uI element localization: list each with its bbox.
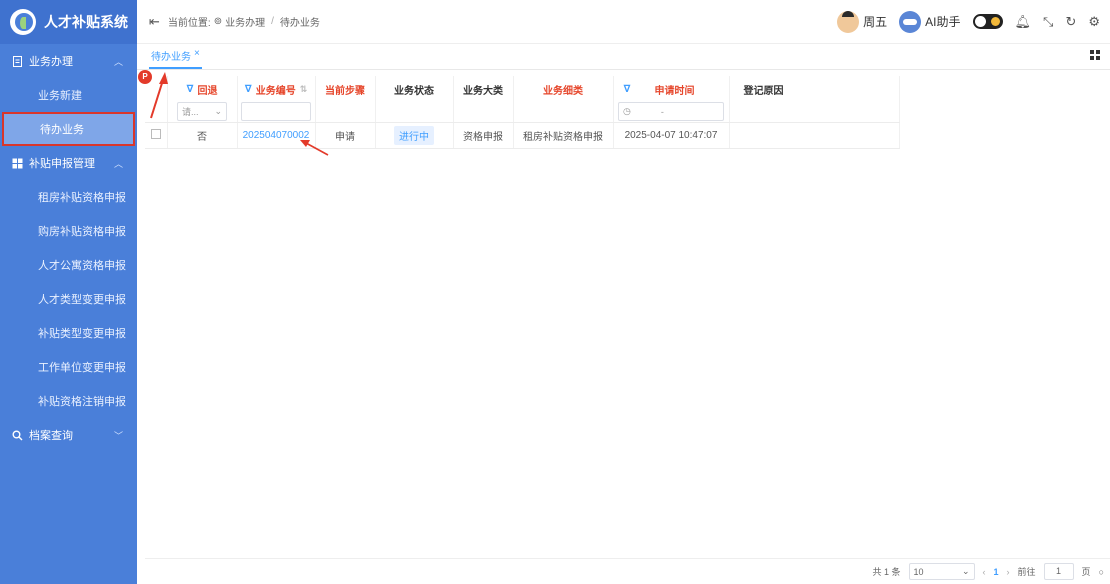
tab-label: 待办业务	[151, 52, 191, 63]
menu-group-archive[interactable]: 档案查询 ﹀	[0, 418, 137, 452]
prev-page-button[interactable]: ‹	[983, 567, 986, 577]
tab-pending-business[interactable]: 待办业务 ×	[149, 48, 202, 69]
refresh-icon[interactable]: ○	[1099, 567, 1104, 577]
filter-icon[interactable]: ∇	[187, 84, 194, 95]
menu-group-label: 业务办理	[29, 56, 73, 68]
column-header-time: ∇ 申请时间 ◷ -	[613, 76, 730, 123]
goto-label: 前往	[1017, 567, 1036, 577]
sidebar-item-talent-type-change[interactable]: 人才类型变更申报	[0, 282, 137, 316]
breadcrumb-item: 待办业务	[279, 18, 320, 29]
pending-business-table: ∇ 回退 请... ⌄ ∇ 业务编号 ⇅ 当前步骤 业务状态 业务大类 业务细类…	[145, 76, 920, 149]
robot-icon	[899, 10, 922, 33]
filter-icon[interactable]: ∇	[245, 84, 252, 95]
sidebar-item-pending-business[interactable]: 待办业务	[2, 112, 135, 146]
rollback-filter-select[interactable]: 请... ⌄	[177, 102, 227, 121]
search-icon	[12, 430, 23, 440]
gear-icon[interactable]: ⚙	[1088, 14, 1100, 30]
column-header-rollback: ∇ 回退 请... ⌄	[167, 76, 238, 123]
table-row[interactable]: 否 202504070002 申请 进行中 资格申报 租房补贴资格申报 2025…	[145, 122, 900, 149]
column-header-category: 业务大类	[453, 76, 514, 123]
column-header-reason: 登记原因	[729, 76, 900, 123]
bell-icon[interactable]: 🔔︎	[1015, 14, 1032, 30]
page-suffix: 页	[1081, 567, 1091, 577]
menu-group-label: 档案查询	[29, 430, 73, 442]
logo-icon	[10, 9, 36, 35]
cell-time: 2025-04-07 10:47:07	[613, 122, 730, 149]
pagination: 共 1 条 10 ⌄ ‹ 1 › 前往 1 页 ○	[145, 558, 1110, 584]
sidebar-item-subsidy-cancel[interactable]: 补贴资格注销申报	[0, 384, 137, 418]
column-header-status: 业务状态	[375, 76, 454, 123]
chevron-up-icon: ︿	[113, 158, 123, 169]
menu-group-business[interactable]: 业务办理 ︿	[0, 44, 137, 78]
sidebar-item-employer-change[interactable]: 工作单位变更申报	[0, 350, 137, 384]
user-name: 周五	[863, 15, 888, 29]
cell-reason	[729, 122, 900, 149]
chevron-up-icon: ︿	[113, 56, 123, 67]
cell-rollback: 否	[167, 122, 238, 149]
menu-fold-icon[interactable]: ⇤	[149, 14, 160, 30]
sidebar-item-new-business[interactable]: 业务新建	[0, 78, 137, 112]
ai-assistant-label: AI助手	[925, 15, 961, 29]
number-filter-input[interactable]	[241, 102, 311, 121]
filter-icon[interactable]: ∇	[624, 84, 631, 95]
column-header-number: ∇ 业务编号 ⇅	[237, 76, 316, 123]
time-range-input[interactable]: ◷ -	[618, 102, 724, 121]
sidebar: 人才补贴系统 业务办理 ︿ 业务新建 待办业务 补贴申报管理 ︿ 租房补贴资格申…	[0, 0, 137, 584]
next-page-button[interactable]: ›	[1007, 567, 1010, 577]
sidebar-item-rent-subsidy[interactable]: 租房补贴资格申报	[0, 180, 137, 214]
select-column-header	[145, 76, 168, 123]
cell-status: 进行中	[375, 122, 454, 149]
chevron-down-icon: ﹀	[113, 430, 123, 441]
app-title: 人才补贴系统	[44, 14, 128, 30]
menu-group-label: 补贴申报管理	[29, 158, 95, 170]
row-select-cell	[145, 122, 168, 149]
chevron-down-icon: ⌄	[214, 106, 222, 116]
sidebar-item-purchase-subsidy[interactable]: 购房补贴资格申报	[0, 214, 137, 248]
user-menu[interactable]: 周五	[837, 10, 888, 33]
cell-number: 202504070002	[237, 122, 316, 149]
chevron-down-icon: ⌄	[961, 566, 970, 576]
sort-icon[interactable]: ⇅	[300, 84, 308, 95]
cell-subcategory: 租房补贴资格申报	[513, 122, 614, 149]
refresh-icon[interactable]: ↻	[1065, 14, 1076, 30]
goto-page-input[interactable]: 1	[1043, 563, 1074, 580]
breadcrumb-separator: /	[271, 16, 274, 27]
ai-assistant-button[interactable]: AI助手	[899, 10, 961, 33]
breadcrumb-item[interactable]: 业务办理	[225, 14, 265, 29]
table-header-row: ∇ 回退 请... ⌄ ∇ 业务编号 ⇅ 当前步骤 业务状态 业务大类 业务细类…	[145, 76, 900, 123]
cell-step: 申请	[315, 122, 376, 149]
page-size-select[interactable]: 10 ⌄	[908, 563, 975, 580]
document-icon	[13, 55, 22, 67]
close-icon[interactable]: ×	[194, 48, 200, 63]
status-badge: 进行中	[394, 125, 434, 145]
avatar	[837, 10, 860, 33]
sidebar-item-subsidy-type-change[interactable]: 补贴类型变更申报	[0, 316, 137, 350]
location-icon: ⊚	[213, 16, 223, 27]
breadcrumb-prefix: 当前位置:	[167, 18, 211, 29]
clock-icon: ◷	[623, 106, 631, 116]
breadcrumb: 当前位置: ⊚ 业务办理 / 待办业务	[168, 14, 320, 29]
column-header-step: 当前步骤	[315, 76, 376, 123]
column-header-subcategory: 业务细类	[513, 76, 614, 123]
top-header: ⇤ 当前位置: ⊚ 业务办理 / 待办业务 周五 AI助手 🔔︎ ⤡ ↻ ⚙	[137, 0, 1110, 44]
theme-toggle[interactable]	[972, 14, 1003, 29]
header-actions: 周五 AI助手 🔔︎ ⤡ ↻ ⚙	[837, 10, 1110, 33]
cell-category: 资格申报	[453, 122, 514, 149]
pagination-total: 共 1 条	[872, 567, 901, 577]
row-checkbox[interactable]	[150, 128, 161, 139]
menu-group-subsidy[interactable]: 补贴申报管理 ︿	[0, 146, 137, 180]
page-number-current[interactable]: 1	[994, 567, 999, 577]
logo: 人才补贴系统	[0, 0, 137, 44]
tab-bar: 待办业务 ×	[137, 44, 1110, 70]
layout-grid-icon[interactable]	[1090, 50, 1100, 60]
sidebar-item-talent-apartment[interactable]: 人才公寓资格申报	[0, 248, 137, 282]
grid-icon	[12, 158, 23, 168]
fullscreen-icon[interactable]: ⤡	[1043, 14, 1053, 30]
business-number-link[interactable]: 202504070002	[243, 130, 310, 141]
